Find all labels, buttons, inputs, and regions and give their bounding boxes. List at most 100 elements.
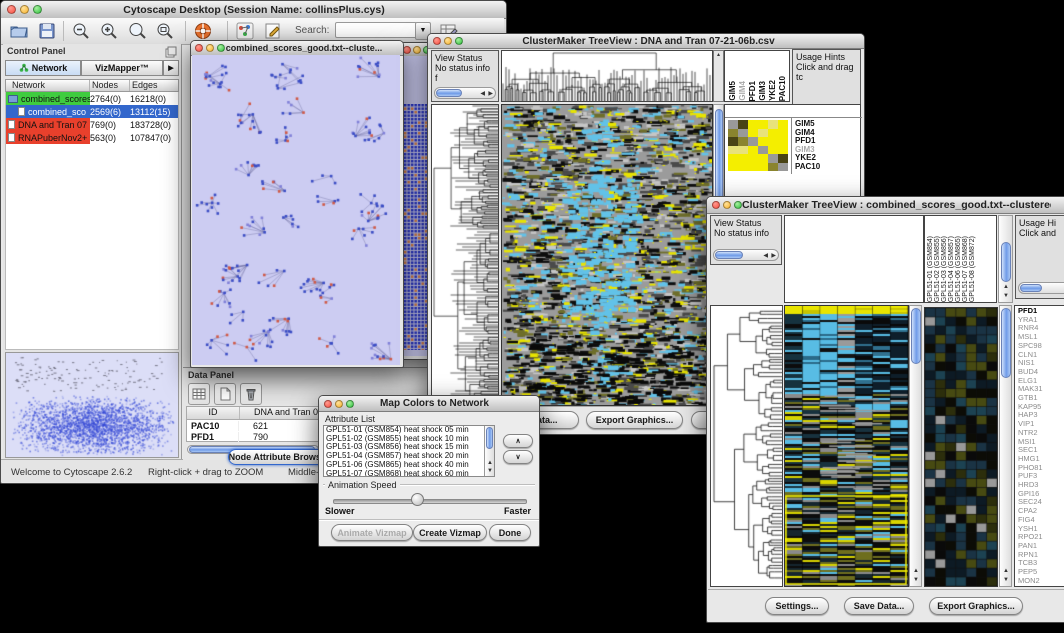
column-array-label[interactable]: GPL51-03 (GSM856) (941, 236, 948, 302)
matrix-cell[interactable] (758, 120, 768, 129)
zoom-in-icon[interactable] (99, 21, 119, 41)
attribute-list-box[interactable]: GPL51-01 (GSM854) heat shock 05 minGPL51… (323, 425, 495, 477)
view-status-hscrollbar[interactable]: ◀ ▶ (434, 87, 496, 99)
zoom-button[interactable] (734, 201, 742, 209)
matrix-cell[interactable] (768, 120, 778, 129)
attribute-list-vscrollbar[interactable]: ▲ ▼ (484, 426, 494, 476)
matrix-cell[interactable] (738, 129, 748, 138)
open-folder-icon[interactable] (9, 21, 29, 41)
scroll-down-icon[interactable]: ▼ (913, 577, 919, 583)
usage-hints-hscrollbar[interactable] (1018, 282, 1064, 294)
column-gene-label[interactable]: GIM5 (728, 81, 737, 101)
column-array-label[interactable]: GPL51-07 (GSM868) (962, 236, 969, 302)
tab-overflow-arrow[interactable]: ▶ (163, 60, 179, 76)
animation-speed-slider-thumb[interactable] (411, 493, 424, 506)
new-attribute-icon[interactable] (214, 383, 236, 405)
network-tree-row[interactable]: combined_scores 2764(0) 16218(0) (6, 92, 178, 105)
gene-label[interactable]: MON2 (1018, 577, 1064, 586)
matrix-cell[interactable] (738, 120, 748, 129)
tab-network[interactable]: Network (5, 60, 81, 76)
matrix-cell[interactable] (768, 137, 778, 146)
export-graphics-button[interactable]: Export Graphics... (929, 597, 1023, 615)
close-button[interactable] (324, 400, 332, 408)
done-button[interactable]: Done (489, 524, 531, 541)
treeview2-zoom-vscrollbar[interactable]: ▲ ▼ (999, 305, 1012, 587)
minimize-button[interactable] (335, 400, 343, 408)
node-attribute-browser-tab[interactable]: Node Attribute Brows... (228, 449, 329, 465)
minimize-button[interactable] (444, 37, 452, 45)
column-array-label[interactable]: GPL51-02 (GSM855) (934, 236, 941, 302)
zoom-button[interactable] (346, 400, 354, 408)
network-tree-row[interactable]: RNAPuberNov2+ 563(0) 107847(0) (6, 131, 178, 144)
search-input[interactable] (335, 22, 417, 38)
scroll-up-icon[interactable]: ▲ (1003, 284, 1009, 290)
treeview1-mini-scroll-strip[interactable]: ▴ (713, 50, 724, 102)
network-canvas[interactable] (192, 55, 400, 365)
save-icon[interactable] (37, 21, 57, 41)
column-gene-label[interactable]: GIM4 (738, 81, 747, 101)
network-nodes-icon[interactable] (235, 21, 255, 41)
matrix-cell[interactable] (748, 146, 758, 155)
scroll-up-icon[interactable]: ▲ (1003, 568, 1009, 574)
zoom-button[interactable] (33, 5, 42, 14)
attribute-list-item[interactable]: GPL51-07 (GSM868) heat shock 60 min (324, 470, 494, 477)
matrix-cell[interactable] (758, 163, 768, 172)
treeview2-zoom-heatmap[interactable] (924, 307, 998, 587)
zoom-out-icon[interactable] (71, 21, 91, 41)
matrix-cell[interactable] (778, 146, 788, 155)
settings-button[interactable]: Settings... (765, 597, 829, 615)
matrix-cell[interactable] (748, 137, 758, 146)
network-tree-row[interactable]: combined_sco 2569(6) 13112(15) (6, 105, 178, 118)
close-button[interactable] (433, 37, 441, 45)
column-array-label[interactable]: GPL51-04 (GSM857) (948, 236, 955, 302)
column-gene-label[interactable]: PAC10 (778, 76, 787, 101)
network-tree-row[interactable]: DNA and Tran 07 769(0) 183728(0) (6, 118, 178, 131)
animate-vizmap-button[interactable]: Animate Vizmap (331, 524, 413, 541)
treeview2-row-dendrogram[interactable] (710, 305, 783, 587)
window-controls[interactable] (1, 5, 42, 14)
scroll-down-icon[interactable]: ▼ (487, 468, 493, 474)
matrix-cell[interactable] (758, 137, 768, 146)
matrix-cell[interactable] (778, 120, 788, 129)
matrix-cell[interactable] (778, 154, 788, 163)
matrix-cell[interactable] (768, 154, 778, 163)
close-button[interactable] (403, 46, 411, 54)
main-titlebar[interactable]: Cytoscape Desktop (Session Name: collins… (1, 1, 506, 19)
move-down-button[interactable]: ∨ (503, 450, 533, 464)
delete-attribute-trash-icon[interactable] (240, 383, 262, 405)
row-gene-label[interactable]: PAC10 (795, 163, 820, 172)
treeview2-heatmap-vscrollbar[interactable]: ▲ ▼ (909, 305, 922, 587)
animation-speed-slider-track[interactable] (333, 499, 527, 504)
matrix-cell[interactable] (738, 146, 748, 155)
matrix-cell[interactable] (768, 163, 778, 172)
minimize-button[interactable] (723, 201, 731, 209)
create-vizmap-button[interactable]: Create Vizmap (413, 524, 487, 541)
column-array-label[interactable]: GPL51-08 (GSM872) (969, 236, 976, 302)
matrix-cell[interactable] (748, 163, 758, 172)
matrix-cell[interactable] (758, 129, 768, 138)
zoom-button[interactable] (455, 37, 463, 45)
matrix-cell[interactable] (758, 154, 768, 163)
column-gene-label[interactable]: GIM3 (758, 81, 767, 101)
column-gene-label[interactable]: PFD1 (748, 81, 757, 101)
matrix-cell[interactable] (778, 137, 788, 146)
matrix-cell[interactable] (728, 129, 738, 138)
close-button[interactable] (712, 201, 720, 209)
matrix-cell[interactable] (728, 154, 738, 163)
matrix-cell[interactable] (728, 137, 738, 146)
scroll-down-icon[interactable]: ▼ (1003, 293, 1009, 299)
scroll-down-icon[interactable]: ▼ (1003, 577, 1009, 583)
matrix-cell[interactable] (738, 137, 748, 146)
matrix-cell[interactable] (748, 120, 758, 129)
matrix-cell[interactable] (768, 146, 778, 155)
tab-vizmapper[interactable]: VizMapper™ (81, 60, 163, 76)
matrix-cell[interactable] (728, 163, 738, 172)
scroll-up-icon[interactable]: ▲ (913, 568, 919, 574)
scroll-left-icon[interactable]: ◀ (480, 91, 485, 97)
zoom-fit-icon[interactable] (155, 21, 175, 41)
close-button[interactable] (7, 5, 16, 14)
attribute-select-icon[interactable] (188, 383, 210, 405)
treeview1-row-dendrogram[interactable] (431, 104, 499, 406)
matrix-cell[interactable] (778, 163, 788, 172)
close-button[interactable] (195, 44, 203, 52)
